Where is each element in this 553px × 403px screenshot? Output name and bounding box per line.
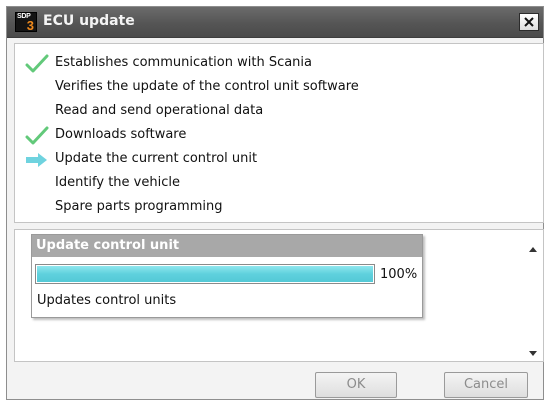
step-label: Spare parts programming <box>55 199 223 214</box>
check-icon <box>25 126 49 146</box>
step-item: Downloads software <box>15 124 543 148</box>
scroll-up-arrow-icon[interactable] <box>528 240 538 252</box>
scroll-down-arrow-icon[interactable] <box>528 343 538 356</box>
progress-card: Update control unit 100% Updates control… <box>31 234 423 318</box>
step-item: Update the current control unit <box>15 148 543 172</box>
check-icon <box>25 54 49 74</box>
arrow-right-icon <box>25 150 49 170</box>
step-item: Read and send operational data <box>15 100 543 124</box>
step-label: Read and send operational data <box>55 103 264 118</box>
progress-status-text: Updates control units <box>37 293 177 308</box>
title-bar: SDP 3 ECU update <box>7 7 543 38</box>
vertical-scrollbar[interactable] <box>523 230 543 361</box>
ok-button[interactable]: OK <box>315 372 397 398</box>
step-item: Establishes communication with Scania <box>15 52 543 76</box>
progress-bar <box>35 264 375 284</box>
step-label: Identify the vehicle <box>55 175 180 190</box>
progress-title: Update control unit <box>36 238 180 253</box>
sdp3-logo-icon: SDP 3 <box>15 12 37 32</box>
close-button[interactable] <box>519 13 539 31</box>
steps-list: Establishes communication with Scania Ve… <box>14 43 544 223</box>
step-item: Verifies the update of the control unit … <box>15 76 543 100</box>
window-title: ECU update <box>43 13 135 29</box>
close-icon <box>524 17 534 27</box>
progress-card-header: Update control unit <box>32 235 422 257</box>
step-label: Establishes communication with Scania <box>55 55 313 70</box>
step-label: Verifies the update of the control unit … <box>55 79 359 94</box>
logo-number: 3 <box>26 18 34 32</box>
step-label: Update the current control unit <box>55 151 258 166</box>
cancel-button[interactable]: Cancel <box>444 372 528 398</box>
step-item: Identify the vehicle <box>15 172 543 196</box>
progress-bar-fill <box>37 266 373 282</box>
step-item: Spare parts programming <box>15 196 543 220</box>
progress-log-panel[interactable]: Update control unit 100% Updates control… <box>14 229 544 362</box>
step-label: Downloads software <box>55 127 187 142</box>
progress-percent: 100% <box>380 267 418 282</box>
